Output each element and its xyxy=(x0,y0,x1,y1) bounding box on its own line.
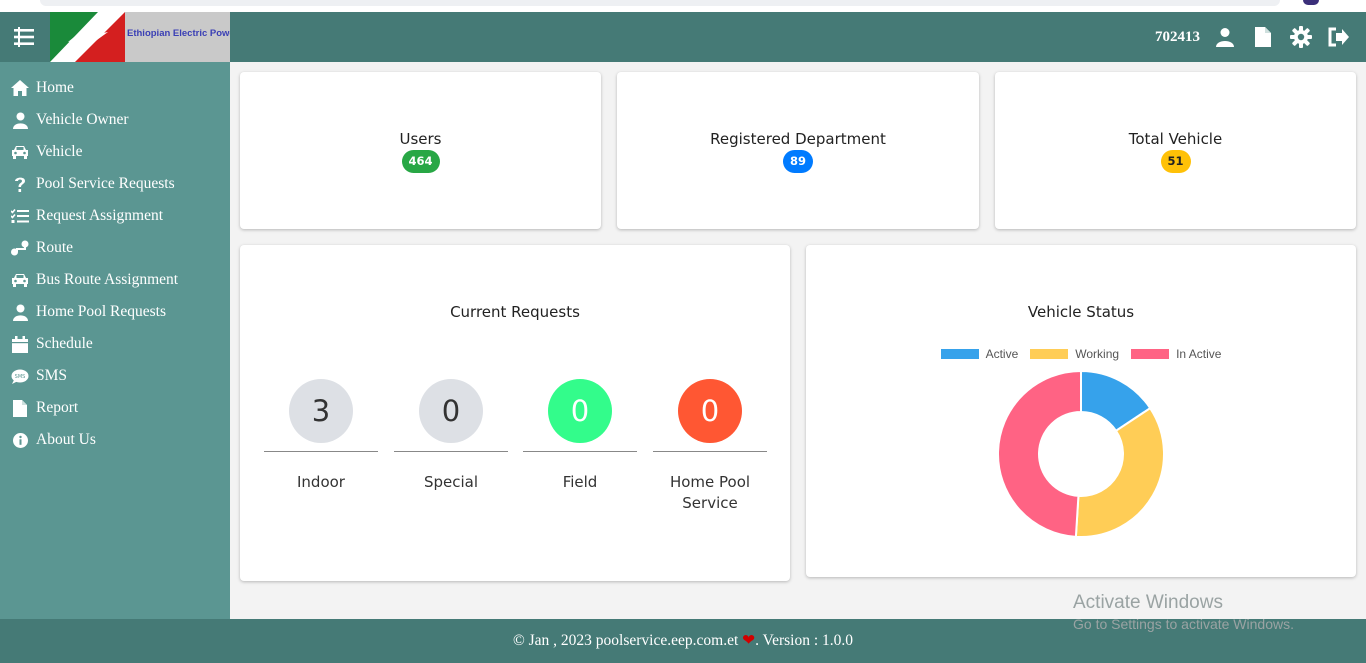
watermark-subtitle: Go to Settings to activate Windows. xyxy=(1073,616,1294,632)
user-icon xyxy=(11,303,29,321)
departments-title: Registered Department xyxy=(710,130,886,148)
sidebar-item-request-assignment[interactable]: Request Assignment xyxy=(0,200,230,232)
departments-count-badge: 89 xyxy=(782,150,814,173)
sidebar-item-about-us[interactable]: About Us xyxy=(0,424,230,456)
request-label: Indoor xyxy=(297,473,345,491)
file-icon xyxy=(11,399,29,417)
car-icon xyxy=(11,143,29,161)
divider xyxy=(394,451,508,452)
logout-icon[interactable] xyxy=(1328,26,1350,48)
tasks-icon xyxy=(11,207,29,225)
sidebar-item-label: Home Pool Requests xyxy=(36,303,167,320)
sidebar-item-schedule[interactable]: Schedule xyxy=(0,328,230,360)
sidebar-item-label: Request Assignment xyxy=(36,207,164,224)
menu-icon[interactable] xyxy=(13,26,35,48)
route-icon xyxy=(11,239,29,257)
sidebar-item-label: Bus Route Assignment xyxy=(36,271,179,288)
sidebar-item-label: Route xyxy=(36,239,74,256)
users-count-badge: 464 xyxy=(401,150,440,173)
browser-chrome-strip xyxy=(0,0,1366,12)
profile-avatar[interactable] xyxy=(1303,0,1319,5)
sidebar-item-bus-route-assignment[interactable]: Bus Route Assignment xyxy=(0,264,230,296)
sidebar-item-home[interactable]: Home xyxy=(0,72,230,104)
info-icon xyxy=(11,431,29,449)
request-count-circle: 3 xyxy=(289,379,353,443)
sidebar-item-report[interactable]: Report xyxy=(0,392,230,424)
sidebar-item-label: Vehicle xyxy=(36,143,83,160)
users-card: Users 464 xyxy=(240,72,601,229)
request-label: Special xyxy=(423,473,479,491)
sidebar-item-home-pool-requests[interactable]: Home Pool Requests xyxy=(0,296,230,328)
sidebar-item-label: SMS xyxy=(36,367,68,384)
watermark-title: Activate Windows xyxy=(1073,592,1223,613)
current-requests-title: Current Requests xyxy=(450,303,580,321)
users-title: Users xyxy=(399,130,442,148)
sms-icon: SMS xyxy=(11,367,29,385)
top-navbar: Ethiopian Electric Power 702413 xyxy=(0,12,1366,62)
logo-flag-icon xyxy=(50,12,125,62)
request-indoor[interactable]: 3 Indoor xyxy=(264,379,378,493)
calendar-icon xyxy=(11,335,29,353)
request-label: Field xyxy=(562,473,598,491)
sidebar-item-pool-service-requests[interactable]: Pool Service Requests xyxy=(0,168,230,200)
user-icon xyxy=(11,111,29,129)
header-actions: 702413 xyxy=(1155,12,1358,62)
divider xyxy=(523,451,637,452)
user-icon[interactable] xyxy=(1214,26,1236,48)
sidebar-nav: Home Vehicle Owner Vehicle Pool Service Req… xyxy=(0,62,230,456)
home-icon xyxy=(11,79,29,97)
request-count-circle: 0 xyxy=(419,379,483,443)
svg-text:SMS: SMS xyxy=(15,374,26,380)
sidebar-item-label: Pool Service Requests xyxy=(36,175,175,192)
current-requests-card: Current Requests 3 Indoor 0 Special 0 Field 0 H… xyxy=(240,245,790,581)
activation-watermark: Activate Windows Go to Settings to activ… xyxy=(1073,592,1294,632)
sidebar: Home Vehicle Owner Vehicle Pool Service Req… xyxy=(0,62,230,619)
sidebar-item-vehicle[interactable]: Vehicle xyxy=(0,136,230,168)
departments-card: Registered Department 89 xyxy=(617,72,979,229)
donut-slice-working[interactable] xyxy=(1074,406,1165,538)
vehicle-status-donut-chart xyxy=(997,369,1165,538)
request-count-circle: 0 xyxy=(678,379,742,443)
sidebar-item-sms[interactable]: SMS SMS xyxy=(0,360,230,392)
sidebar-item-label: Schedule xyxy=(36,335,93,352)
sidebar-item-label: Home xyxy=(36,79,74,96)
sidebar-item-vehicle-owner[interactable]: Vehicle Owner xyxy=(0,104,230,136)
divider xyxy=(653,451,767,452)
request-count-circle: 0 xyxy=(548,379,612,443)
vehicles-count-badge: 51 xyxy=(1160,150,1191,173)
vehicles-card: Total Vehicle 51 xyxy=(995,72,1356,229)
sidebar-item-label: Vehicle Owner xyxy=(36,111,129,128)
vehicles-title: Total Vehicle xyxy=(1128,130,1223,148)
donut-slice-in-active[interactable] xyxy=(997,369,1082,538)
brand-name: Ethiopian Electric Power xyxy=(127,28,230,39)
request-field[interactable]: 0 Field xyxy=(523,379,637,493)
heart-icon: ❤ xyxy=(742,632,756,649)
request-home-pool-service[interactable]: 0 Home Pool Service xyxy=(653,379,767,514)
footer-version: . Version : 1.0.0 xyxy=(755,632,854,649)
brand-logo[interactable]: Ethiopian Electric Power xyxy=(50,12,230,62)
gear-icon[interactable] xyxy=(1290,26,1312,48)
sidebar-item-label: About Us xyxy=(36,431,96,448)
request-special[interactable]: 0 Special xyxy=(394,379,508,493)
question-icon xyxy=(11,175,29,193)
vehicle-status-card: Vehicle Status Active Working In Active xyxy=(806,245,1356,577)
sidebar-item-label: Report xyxy=(36,399,79,416)
divider xyxy=(264,451,378,452)
sidebar-item-route[interactable]: Route xyxy=(0,232,230,264)
user-id: 702413 xyxy=(1155,28,1200,45)
footer-copyright: © Jan , 2023 poolservice.eep.com.et xyxy=(512,632,743,649)
car-icon xyxy=(11,271,29,289)
document-icon[interactable] xyxy=(1252,26,1274,48)
request-label: Home Pool Service xyxy=(669,473,751,512)
address-bar[interactable] xyxy=(40,0,1280,6)
